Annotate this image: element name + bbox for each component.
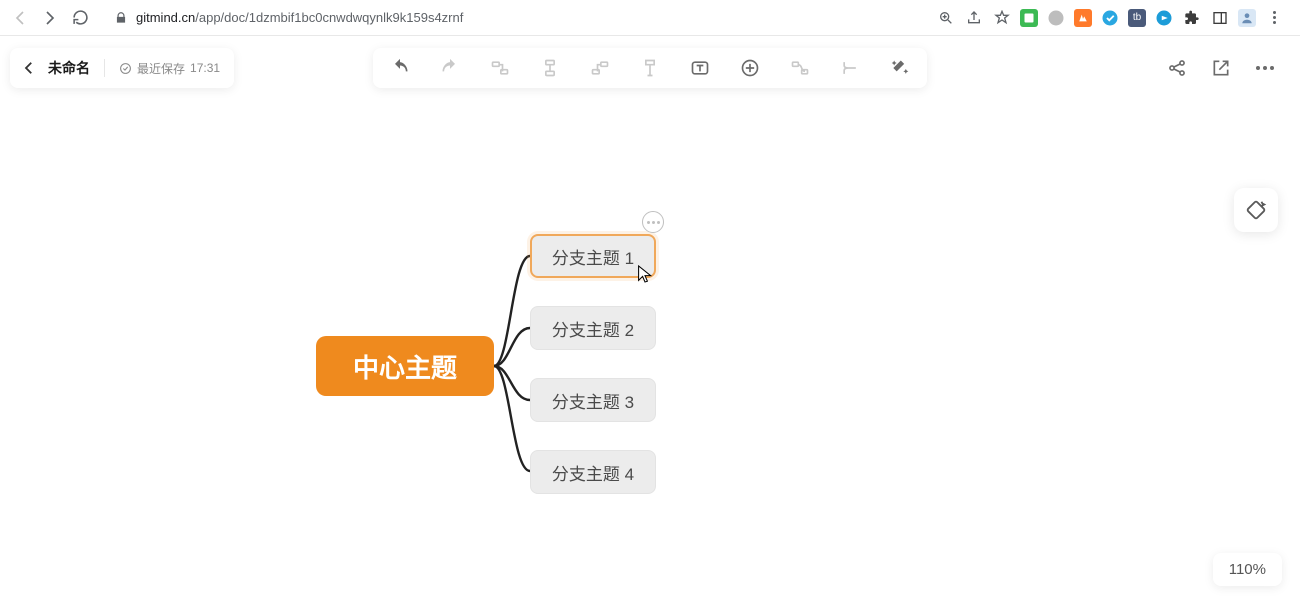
branch-node-2[interactable]: 分支主题 2 [530, 306, 656, 350]
branch-node-3[interactable]: 分支主题 3 [530, 378, 656, 422]
browser-reload-button[interactable] [70, 8, 90, 28]
branch-node-1[interactable]: 分支主题 1 [530, 234, 656, 278]
bookmark-star-icon[interactable] [992, 8, 1012, 28]
extension-icon[interactable] [1154, 8, 1174, 28]
zoom-indicator[interactable]: 110% [1213, 553, 1282, 586]
branch-node-4[interactable]: 分支主题 4 [530, 450, 656, 494]
share-page-icon[interactable] [964, 8, 984, 28]
node-options-button[interactable] [642, 211, 664, 233]
zoom-page-icon[interactable] [936, 8, 956, 28]
browser-forward-button[interactable] [40, 8, 60, 28]
lock-icon [114, 11, 128, 25]
url-domain: gitmind.cn [136, 10, 195, 25]
extensions-puzzle-icon[interactable] [1182, 8, 1202, 28]
extension-icon[interactable] [1020, 9, 1038, 27]
extension-icon[interactable]: tb [1128, 9, 1146, 27]
panel-icon[interactable] [1210, 8, 1230, 28]
profile-avatar-icon[interactable] [1238, 9, 1256, 27]
app-canvas-area: 未命名 最近保存 17:31 [0, 36, 1300, 600]
mindmap-canvas[interactable]: 中心主题 分支主题 1 分支主题 2 分支主题 3 分支主题 4 [0, 36, 1300, 600]
central-topic-node[interactable]: 中心主题 [316, 336, 494, 396]
extension-icon[interactable] [1074, 9, 1092, 27]
extension-icon[interactable] [1100, 8, 1120, 28]
browser-extensions: tb [936, 8, 1290, 28]
browser-back-button[interactable] [10, 8, 30, 28]
browser-address-bar[interactable]: gitmind.cn/app/doc/1dzmbif1bc0cnwdwqynlk… [100, 4, 926, 32]
browser-bar: gitmind.cn/app/doc/1dzmbif1bc0cnwdwqynlk… [0, 0, 1300, 36]
browser-menu-button[interactable] [1264, 8, 1284, 28]
extension-icon[interactable] [1046, 8, 1066, 28]
url-path: /app/doc/1dzmbif1bc0cnwdwqynlk9k159s4zrn… [195, 10, 463, 25]
